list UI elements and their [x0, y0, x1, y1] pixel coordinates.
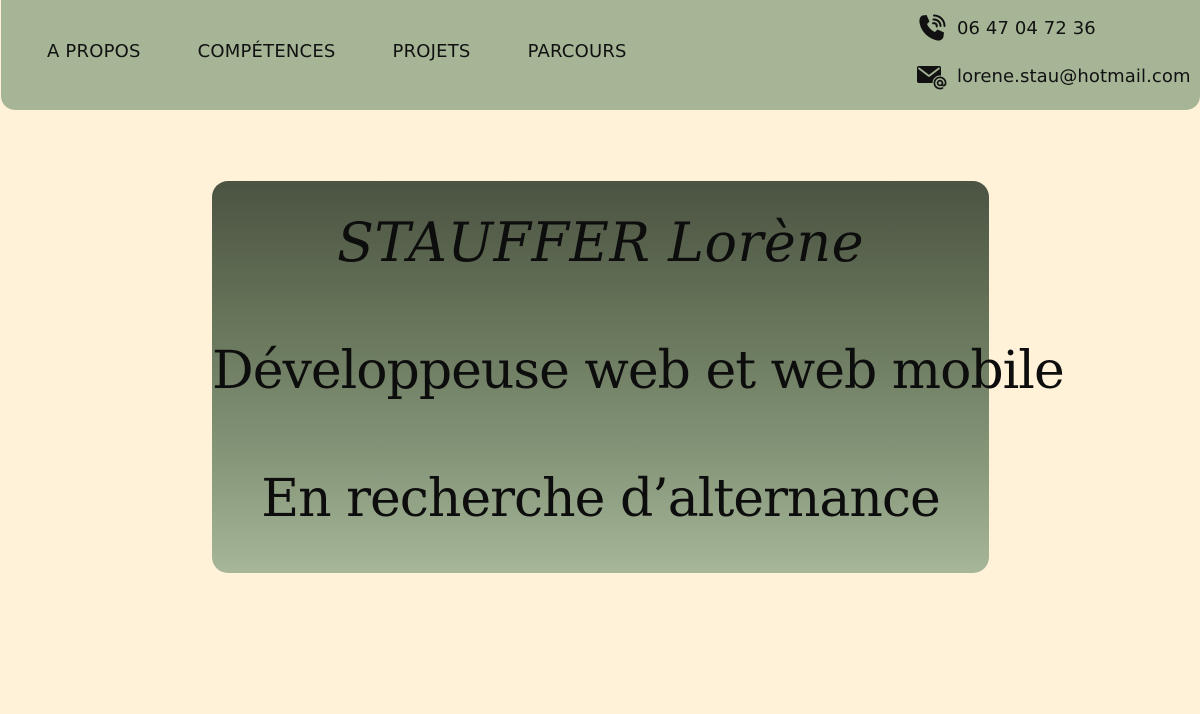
nav-link-a-propos[interactable]: A PROPOS — [47, 40, 141, 64]
nav-link-projets[interactable]: PROJETS — [393, 40, 471, 64]
nav-link-competences[interactable]: COMPÉTENCES — [198, 40, 336, 64]
hero-status: En recherche d’alternance — [261, 469, 941, 529]
email-icon — [916, 60, 948, 92]
nav-link-parcours[interactable]: PARCOURS — [528, 40, 627, 64]
hero-role: Développeuse web et web mobile — [212, 341, 1065, 401]
phone-contact[interactable]: 06 47 04 72 36 — [916, 12, 1191, 44]
hero-name: STAUFFER Lorène — [336, 211, 865, 274]
contact-info: 06 47 04 72 36 lorene.stau@hotmail.com — [916, 12, 1191, 92]
phone-icon — [916, 12, 948, 44]
header-bar: A PROPOS COMPÉTENCES PROJETS PARCOURS 06… — [1, 0, 1200, 110]
hero-card: STAUFFER Lorène Développeuse web et web … — [212, 181, 1065, 573]
main-nav: A PROPOS COMPÉTENCES PROJETS PARCOURS — [47, 40, 627, 64]
phone-number[interactable]: 06 47 04 72 36 — [957, 18, 1096, 39]
email-contact[interactable]: lorene.stau@hotmail.com — [916, 60, 1191, 92]
email-address[interactable]: lorene.stau@hotmail.com — [957, 66, 1191, 87]
